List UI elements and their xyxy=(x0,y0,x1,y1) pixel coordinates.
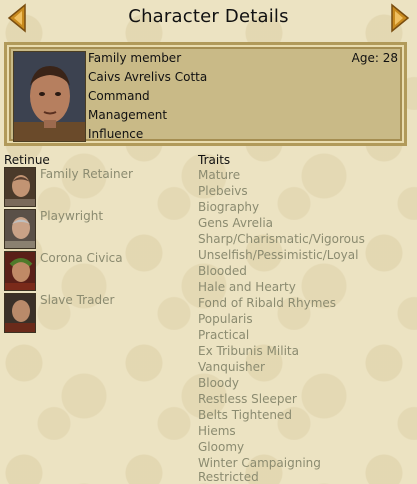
trait-item[interactable]: Vanquisher xyxy=(198,359,365,375)
character-role: Family member xyxy=(88,51,182,65)
trait-item[interactable]: Hale and Hearty xyxy=(198,279,365,295)
trait-item[interactable]: Bloody xyxy=(198,375,365,391)
trait-item[interactable]: Plebeivs xyxy=(198,183,365,199)
character-portrait[interactable] xyxy=(13,51,86,142)
character-info: Family member Caivs Avrelivs Cotta Comma… xyxy=(88,49,207,144)
character-name: Caivs Avrelivs Cotta xyxy=(88,70,208,84)
trait-item[interactable]: Gens Avrelia xyxy=(198,215,365,231)
trait-item[interactable]: Practical xyxy=(198,327,365,343)
trait-item[interactable]: Winter Campaigning xyxy=(198,455,365,471)
retinue-item-family-retainer[interactable]: Family Retainer xyxy=(4,167,194,207)
retinue-item-playwright[interactable]: Playwright xyxy=(4,209,194,249)
corona-civica-icon xyxy=(4,251,36,291)
trait-item[interactable]: Biography xyxy=(198,199,365,215)
retinue-item-slave-trader[interactable]: Slave Trader xyxy=(4,293,194,333)
traits-heading: Traits xyxy=(198,153,231,167)
playwright-portrait-icon xyxy=(4,209,36,249)
retinue-label: Slave Trader xyxy=(40,293,115,307)
trait-item[interactable]: Ex Tribunis Milita xyxy=(198,343,365,359)
trait-item[interactable]: Belts Tightened xyxy=(198,407,365,423)
attribute-influence[interactable]: Influence xyxy=(88,125,207,144)
trait-item[interactable]: Gloomy xyxy=(198,439,365,455)
retinue-label: Corona Civica xyxy=(40,251,123,265)
trait-item[interactable]: Fond of Ribald Rhymes xyxy=(198,295,365,311)
retinue-heading: Retinue xyxy=(4,153,50,167)
retinue-label: Playwright xyxy=(40,209,104,223)
page-title: Character Details xyxy=(128,6,289,27)
character-face-icon xyxy=(14,52,85,141)
trait-item[interactable]: Unselfish/Pessimistic/Loyal xyxy=(198,247,365,263)
trait-item[interactable]: Popularis xyxy=(198,311,365,327)
trait-item[interactable]: Hiems xyxy=(198,423,365,439)
traits-list: Mature Plebeivs Biography Gens Avrelia S… xyxy=(198,167,365,483)
retinue-item-corona-civica[interactable]: Corona Civica xyxy=(4,251,194,291)
trait-item[interactable]: Sharp/Charismatic/Vigorous xyxy=(198,231,365,247)
attribute-management[interactable]: Management xyxy=(88,106,207,125)
trait-item[interactable]: Mature xyxy=(198,167,365,183)
trait-item[interactable]: Restless Sleeper xyxy=(198,391,365,407)
character-age: Age: 28 xyxy=(351,51,398,65)
character-panel: Family member Caivs Avrelivs Cotta Comma… xyxy=(4,42,407,146)
attribute-command[interactable]: Command xyxy=(88,87,207,106)
next-arrow-icon[interactable] xyxy=(388,3,412,33)
trait-item[interactable]: Blooded xyxy=(198,263,365,279)
trait-item[interactable]: Restricted xyxy=(198,471,365,483)
retainer-portrait-icon xyxy=(4,167,36,207)
slave-trader-portrait-icon xyxy=(4,293,36,333)
retinue-label: Family Retainer xyxy=(40,167,133,181)
